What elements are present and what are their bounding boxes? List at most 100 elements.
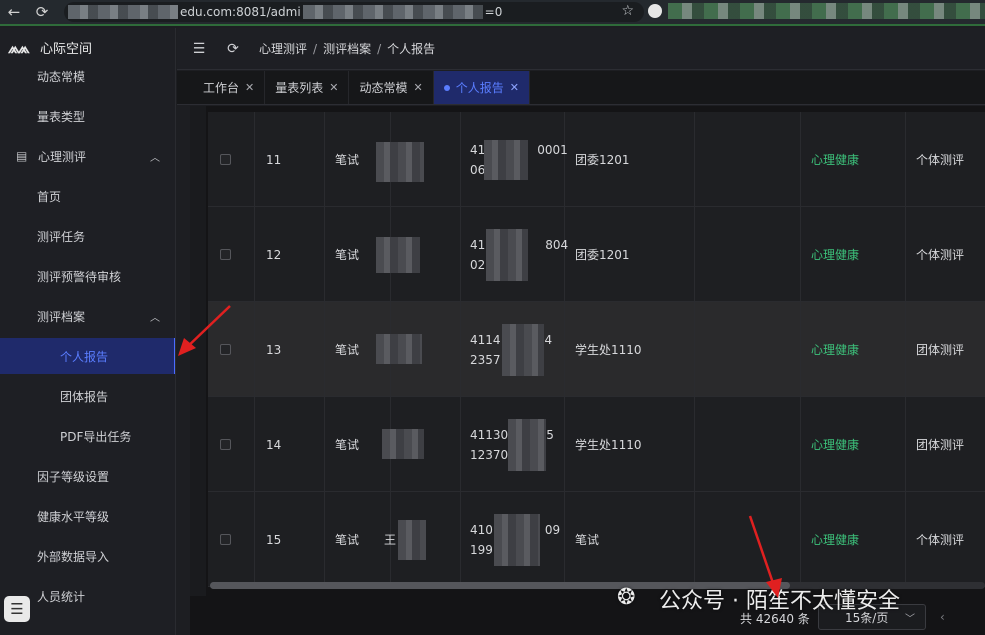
- breadcrumb-separator: /: [313, 41, 318, 56]
- url-text: edu.com:8081/admi: [180, 5, 301, 19]
- active-dot: [443, 84, 450, 91]
- tab-workbench[interactable]: 工作台 ✕: [193, 71, 266, 104]
- chat-icon[interactable]: ☰: [4, 596, 30, 622]
- row-category[interactable]: 心理健康: [811, 492, 859, 587]
- sidebar-item-group-report[interactable]: 团体报告: [0, 378, 175, 414]
- browser-toolbar: ← ⟳ edu.com:8081/admi =0 ☆: [0, 0, 985, 26]
- id-redacted: [484, 140, 528, 180]
- row-checkbox[interactable]: [220, 154, 231, 165]
- tab-label: 工作台: [203, 81, 240, 95]
- id-visible: 5: [546, 427, 554, 442]
- table-row[interactable]: 14 笔试 41130 5 12370 学生处1110 心理健康 团体测评: [208, 397, 985, 492]
- id-visible: 804: [545, 237, 569, 252]
- id-visible: 09: [544, 522, 561, 537]
- row-type: 笔试: [335, 153, 360, 167]
- sidebar-item-factor-level[interactable]: 因子等级设置: [0, 458, 175, 494]
- back-arrow-icon[interactable]: ←: [0, 1, 28, 23]
- id-visible: 0001: [537, 142, 568, 157]
- row-mode: 个体测评: [916, 153, 965, 167]
- sidebar-item-external-import[interactable]: 外部数据导入: [0, 538, 175, 574]
- sidebar-item-label: 测评档案: [37, 309, 86, 324]
- sidebar-item-label: 心理测评: [38, 149, 87, 164]
- close-icon[interactable]: ✕: [510, 81, 519, 94]
- row-checkbox[interactable]: [220, 439, 231, 450]
- id-visible: 41: [470, 237, 486, 252]
- row-category[interactable]: 心理健康: [811, 302, 859, 397]
- page-tabs: 工作台 ✕ 量表列表 ✕ 动态常模 ✕ 个人报告 ✕: [177, 71, 985, 105]
- close-icon[interactable]: ✕: [329, 81, 338, 94]
- sidebar-item-personal-report[interactable]: 个人报告: [0, 338, 175, 374]
- tab-label: 动态常模: [359, 81, 408, 95]
- id-visible: 02: [470, 257, 486, 272]
- tab-personal-report[interactable]: 个人报告 ✕: [433, 71, 530, 104]
- row-name: 王: [384, 533, 397, 547]
- row-type: 笔试: [335, 438, 360, 452]
- sidebar-item-scale-type[interactable]: 量表类型: [0, 98, 175, 134]
- sidebar-item-label: 人员统计: [37, 589, 86, 604]
- row-mode: 个体测评: [916, 248, 965, 262]
- row-number: 15: [266, 532, 282, 547]
- row-checkbox[interactable]: [220, 534, 231, 545]
- url-redacted: [68, 5, 178, 19]
- sidebar-item-warning-review[interactable]: 测评预警待审核: [0, 258, 175, 294]
- breadcrumb-item[interactable]: 心理测评: [259, 40, 307, 57]
- annotation-arrow: [178, 305, 231, 356]
- sidebar-item-label: 动态常模: [37, 69, 86, 84]
- sidebar-item-dynamic-norm[interactable]: 动态常模: [0, 58, 175, 94]
- close-icon[interactable]: ✕: [245, 81, 254, 94]
- tab-label: 量表列表: [275, 81, 324, 95]
- extension-icon[interactable]: [648, 4, 662, 18]
- breadcrumb-separator: /: [377, 41, 382, 56]
- sidebar-group-assessment-archive[interactable]: 测评档案 ︿: [0, 298, 175, 334]
- id-visible: 4: [544, 332, 553, 347]
- menu-fold-icon[interactable]: ☰: [187, 41, 211, 57]
- row-type: 笔试: [335, 343, 360, 357]
- top-header: ☰ ⟳ 心理测评 / 测评档案 / 个人报告: [177, 28, 985, 70]
- close-icon[interactable]: ✕: [413, 81, 422, 94]
- row-type: 笔试: [335, 533, 360, 547]
- sidebar-item-label: 测评预警待审核: [37, 269, 122, 284]
- row-number: 14: [266, 437, 282, 452]
- row-org: 学生处1110: [575, 343, 642, 357]
- id-visible: 4114: [470, 332, 501, 347]
- sidebar-item-home[interactable]: 首页: [0, 178, 175, 214]
- sidebar-item-assessment-task[interactable]: 测评任务: [0, 218, 175, 254]
- tab-dynamic-norm[interactable]: 动态常模 ✕: [349, 71, 434, 104]
- annotation-arrow: [748, 515, 782, 598]
- row-mode: 团体测评: [916, 343, 965, 357]
- chevron-down-icon: ﹀: [905, 613, 915, 625]
- sidebar-item-health-level[interactable]: 健康水平等级: [0, 498, 175, 534]
- row-checkbox[interactable]: [220, 249, 231, 260]
- sidebar-group-psych-assessment[interactable]: ▤ 心理测评 ︿: [0, 138, 175, 174]
- row-category[interactable]: 心理健康: [811, 397, 859, 492]
- row-org: 学生处1110: [575, 438, 642, 452]
- address-bar[interactable]: edu.com:8081/admi =0 ☆: [64, 2, 644, 22]
- table-row[interactable]: 15 笔试 王 410 09 199 笔试 心理健康 个体测评: [208, 492, 985, 587]
- id-visible: 410: [470, 522, 493, 537]
- name-redacted: [376, 142, 424, 182]
- table-row[interactable]: 11 笔试 41 0001 06 团委1201 心理健康 个体测评: [208, 112, 985, 207]
- sidebar-item-label: 健康水平等级: [37, 509, 110, 524]
- row-org: 团委1201: [575, 248, 630, 262]
- tab-scale-list[interactable]: 量表列表 ✕: [265, 71, 350, 104]
- report-table-area: 11 笔试 41 0001 06 团委1201 心理健康 个体测评 12 笔试 4…: [190, 106, 985, 596]
- id-visible: 12370: [470, 447, 509, 462]
- sidebar: ⩕⩕ 心际空间 动态常模 量表类型 ▤ 心理测评 ︿ 首页 测评任务 测评预警待…: [0, 28, 176, 635]
- chevron-up-icon: ︿: [150, 312, 160, 324]
- breadcrumb: 心理测评 / 测评档案 / 个人报告: [259, 40, 435, 57]
- row-category[interactable]: 心理健康: [811, 207, 859, 302]
- table-row[interactable]: 13 笔试 4114 4 2357 学生处1110 心理健康 团体测评: [208, 302, 985, 397]
- brand-logo[interactable]: ⩕⩕ 心际空间: [8, 38, 93, 58]
- table-row[interactable]: 12 笔试 41 804 02 团委1201 心理健康 个体测评: [208, 207, 985, 302]
- chevron-left-icon[interactable]: ‹: [940, 610, 945, 624]
- refresh-icon[interactable]: ⟳: [221, 41, 245, 57]
- brand-name: 心际空间: [40, 42, 93, 57]
- breadcrumb-item[interactable]: 测评档案: [323, 40, 371, 57]
- sidebar-item-pdf-export[interactable]: PDF导出任务: [0, 418, 175, 454]
- wechat-icon: ❂: [617, 585, 636, 610]
- star-icon[interactable]: ☆: [621, 3, 634, 19]
- row-category[interactable]: 心理健康: [811, 112, 859, 207]
- reload-icon[interactable]: ⟳: [28, 1, 56, 23]
- row-number: 12: [266, 247, 282, 262]
- row-type: 笔试: [335, 248, 360, 262]
